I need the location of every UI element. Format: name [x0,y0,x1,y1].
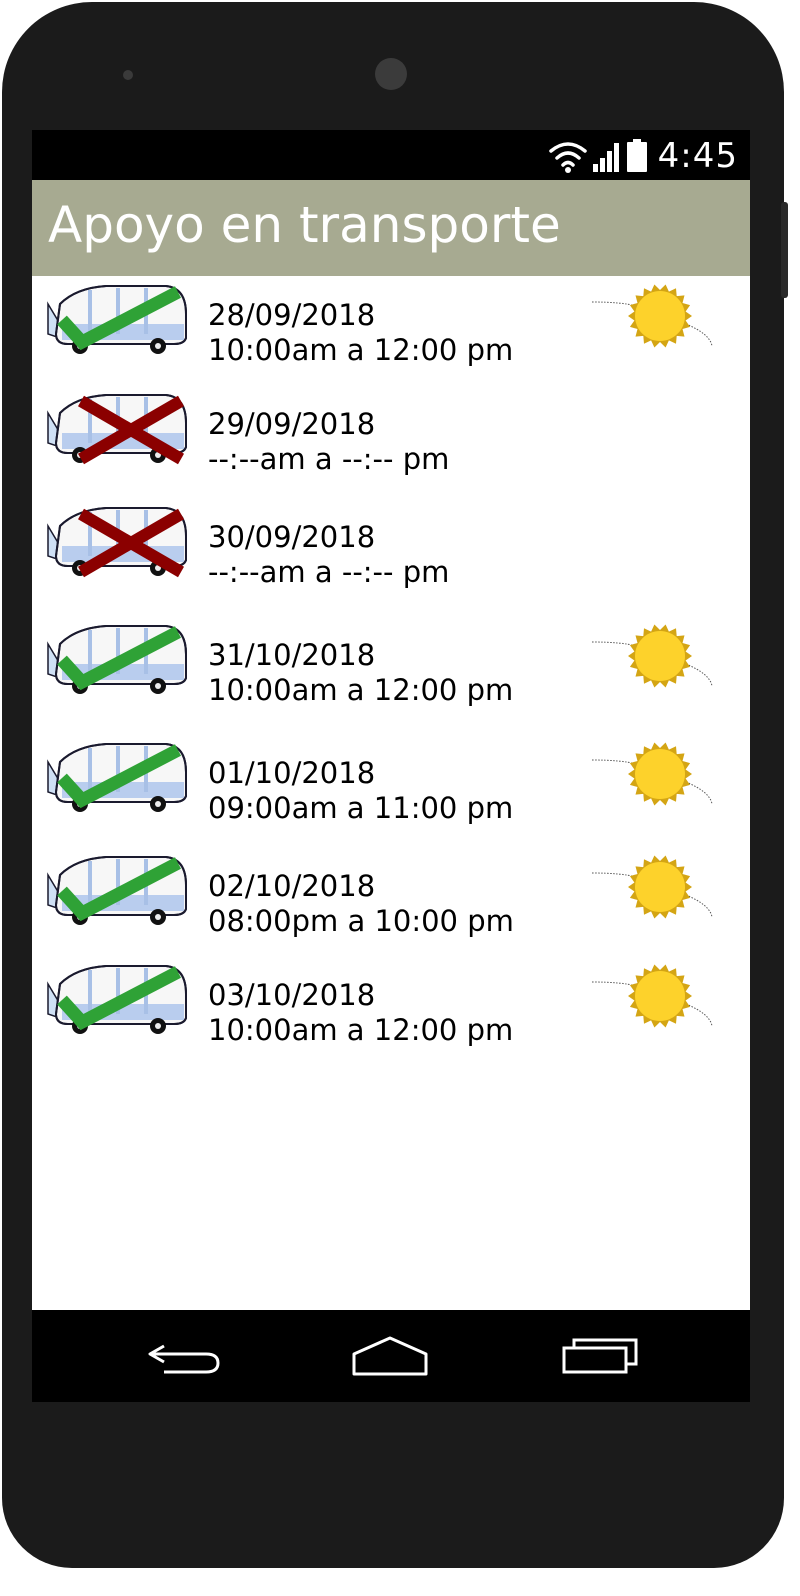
front-camera [375,58,407,90]
home-icon [346,1332,436,1382]
app-title: Apoyo en transporte [48,196,561,254]
bus-confirmed-icon [46,964,188,1036]
item-date: 29/09/2018 [208,407,376,441]
recents-button[interactable] [556,1332,646,1382]
sun-icon [592,855,713,919]
item-date: 02/10/2018 [208,869,376,903]
navigation-bar [32,1310,750,1402]
item-time-range: 08:00pm a 10:00 pm [208,904,514,938]
item-text: 30/09/2018 --:--am a --:-- pm [208,520,449,590]
weather-sunny-icon [592,624,714,690]
item-date: 03/10/2018 [208,978,376,1012]
status-bar: 4:45 [32,130,750,180]
bus-cancelled-icon [46,506,188,578]
list-item[interactable]: 31/10/2018 10:00am a 12:00 pm [32,624,750,724]
phone-frame: 4:45 Apoyo en transporte 28/09/2018 10:00… [2,2,788,1568]
item-text: 29/09/2018 --:--am a --:-- pm [208,407,449,477]
sun-icon [592,742,713,806]
item-text: 02/10/2018 08:00pm a 10:00 pm [208,869,514,939]
item-text: 03/10/2018 10:00am a 12:00 pm [208,978,513,1048]
list-item[interactable]: 29/09/2018 --:--am a --:-- pm [32,393,750,493]
screen: 4:45 Apoyo en transporte 28/09/2018 10:00… [32,130,750,1402]
signal-icon [592,140,622,172]
item-time-range: --:--am a --:-- pm [208,442,450,476]
item-text: 28/09/2018 10:00am a 12:00 pm [208,298,513,368]
item-text: 31/10/2018 10:00am a 12:00 pm [208,638,513,708]
list-item[interactable]: 28/09/2018 10:00am a 12:00 pm [32,284,750,384]
bus-confirmed-icon [46,284,188,356]
item-time-range: 10:00am a 12:00 pm [208,673,514,707]
sun-icon [592,964,713,1028]
item-time-range: --:--am a --:-- pm [208,555,450,589]
bus-confirmed-icon [46,742,188,814]
weather-sunny-icon [592,742,714,808]
item-date: 30/09/2018 [208,520,376,554]
item-text: 01/10/2018 09:00am a 11:00 pm [208,756,513,826]
bus-confirmed-icon [46,624,188,696]
power-button[interactable] [781,202,788,298]
home-button[interactable] [346,1332,436,1382]
list-item[interactable]: 02/10/2018 08:00pm a 10:00 pm [32,855,750,955]
weather-sunny-icon [592,855,714,921]
bus-confirmed-icon [46,855,188,927]
status-clock: 4:45 [657,136,738,176]
list-item[interactable]: 03/10/2018 10:00am a 12:00 pm [32,964,750,1064]
app-bar: Apoyo en transporte [32,180,750,276]
weather-sunny-icon [592,964,714,1030]
item-date: 28/09/2018 [208,298,376,332]
item-time-range: 09:00am a 11:00 pm [208,791,514,825]
recents-icon [556,1332,646,1382]
back-icon [142,1332,232,1382]
list-item[interactable]: 30/09/2018 --:--am a --:-- pm [32,506,750,606]
item-date: 01/10/2018 [208,756,376,790]
back-button[interactable] [142,1332,232,1382]
bus-cancelled-icon [46,393,188,465]
battery-icon [626,139,648,173]
status-icons: 4:45 [548,136,738,176]
item-time-range: 10:00am a 12:00 pm [208,1013,514,1047]
weather-sunny-icon [592,284,714,350]
sun-icon [592,284,713,348]
item-time-range: 10:00am a 12:00 pm [208,333,514,367]
list-item[interactable]: 01/10/2018 09:00am a 11:00 pm [32,742,750,842]
speaker [123,70,133,80]
sun-icon [592,624,713,688]
wifi-icon [548,138,588,174]
item-date: 31/10/2018 [208,638,376,672]
